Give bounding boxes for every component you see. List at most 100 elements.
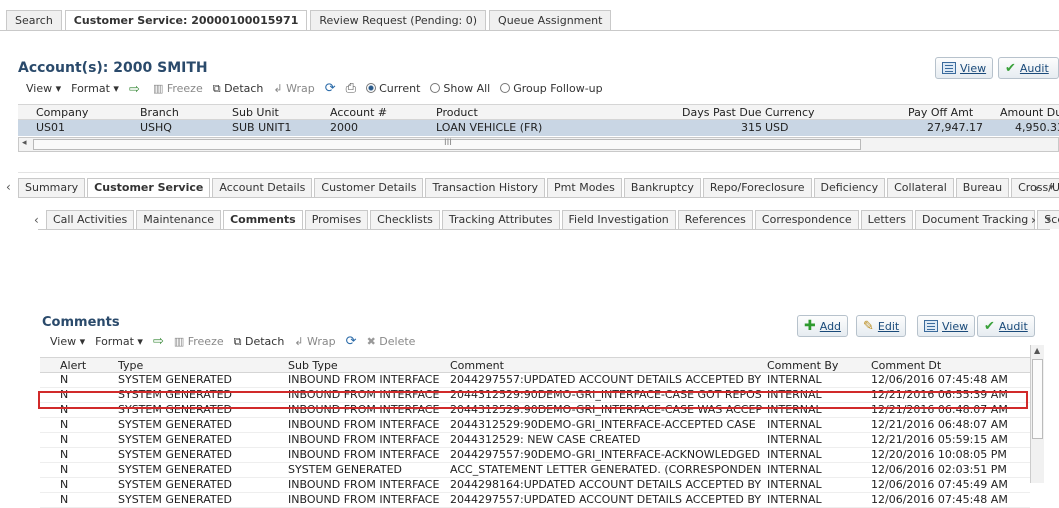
tab-call-activities[interactable]: Call Activities bbox=[46, 210, 135, 229]
scroll-left-icon[interactable]: ◂ bbox=[22, 138, 27, 148]
view-icon bbox=[924, 320, 938, 332]
print-icon[interactable]: ⎙ bbox=[346, 81, 356, 96]
format-menu[interactable]: Format ▾ bbox=[71, 82, 119, 95]
account-grid-header: Company Branch Sub Unit Account # Produc… bbox=[18, 104, 1059, 120]
radio-group-followup[interactable]: Group Follow-up bbox=[500, 82, 603, 95]
account-horizontal-scrollbar[interactable]: ◂ III bbox=[18, 137, 1059, 152]
refresh-icon[interactable]: ⟳ bbox=[325, 81, 336, 96]
wrap-button[interactable]: ↲ Wrap bbox=[273, 82, 314, 95]
comment-view-button[interactable]: View bbox=[917, 315, 976, 337]
export-icon[interactable]: ⇨ bbox=[153, 334, 164, 349]
subtabs-left-arrow-icon[interactable]: ‹ bbox=[34, 213, 39, 227]
comment-row[interactable]: N SYSTEM GENERATED INBOUND FROM INTERFACE 2… bbox=[40, 433, 1030, 448]
tab-customer-service-main[interactable]: Customer Service bbox=[87, 178, 211, 197]
account-row[interactable]: US01 USHQ SUB UNIT1 2000 LOAN VEHICLE (F… bbox=[18, 120, 1059, 136]
tab-collateral[interactable]: Collateral bbox=[887, 178, 954, 197]
comments-detach-button[interactable]: ⧉ Detach bbox=[234, 335, 285, 349]
audit-button-label: Audit bbox=[1019, 61, 1049, 75]
col-branch[interactable]: Branch bbox=[140, 105, 179, 120]
tab-field-investigation[interactable]: Field Investigation bbox=[561, 210, 676, 229]
cell-alert: N bbox=[60, 418, 69, 431]
subtabs-right-arrow-icon[interactable]: › bbox=[1031, 213, 1036, 227]
cell-alert: N bbox=[60, 493, 69, 506]
edit-button[interactable]: ✎ Edit bbox=[856, 315, 907, 337]
col-currency[interactable]: Currency bbox=[765, 105, 815, 120]
tab-bankruptcy[interactable]: Bankruptcy bbox=[623, 178, 701, 197]
comments-vertical-scrollbar[interactable]: ▲ bbox=[1030, 345, 1044, 483]
radio-current[interactable]: Current bbox=[366, 82, 420, 95]
tabs-left-arrow-icon[interactable]: ‹ bbox=[6, 180, 11, 194]
comment-row[interactable]: N SYSTEM GENERATED SYSTEM GENERATED ACC_STA… bbox=[40, 463, 1030, 478]
tab-customer-details[interactable]: Customer Details bbox=[314, 178, 424, 197]
tab-customer-service[interactable]: Customer Service: 20000100015971 bbox=[64, 10, 308, 31]
comment-row[interactable]: N SYSTEM GENERATED INBOUND FROM INTERFACE 2… bbox=[40, 478, 1030, 493]
col-alert[interactable]: Alert bbox=[60, 358, 86, 373]
tab-account-details[interactable]: Account Details bbox=[212, 178, 313, 197]
col-payoff[interactable]: Pay Off Amt bbox=[908, 105, 973, 120]
col-amount-due[interactable]: Amount Due bbox=[1000, 105, 1059, 120]
tab-review-request[interactable]: Review Request (Pending: 0) bbox=[310, 10, 487, 30]
col-product[interactable]: Product bbox=[436, 105, 478, 120]
tab-search[interactable]: Search bbox=[6, 10, 62, 30]
tab-bureau[interactable]: Bureau bbox=[955, 178, 1010, 197]
comment-row[interactable]: N SYSTEM GENERATED INBOUND FROM INTERFACE 2… bbox=[40, 373, 1030, 388]
tab-letters[interactable]: Letters bbox=[860, 210, 914, 229]
tab-checklists[interactable]: Checklists bbox=[370, 210, 440, 229]
view-menu[interactable]: View ▾ bbox=[26, 82, 61, 95]
export-icon[interactable]: ⇨ bbox=[129, 82, 143, 97]
comments-format-menu[interactable]: Format ▾ bbox=[95, 335, 143, 348]
vertical-scroll-thumb[interactable] bbox=[1032, 359, 1043, 439]
cell-comment-dt: 12/20/2016 10:08:05 PM bbox=[871, 448, 1007, 461]
tab-repo-foreclosure[interactable]: Repo/Foreclosure bbox=[702, 178, 812, 197]
col-sub-type[interactable]: Sub Type bbox=[288, 358, 338, 373]
tab-references[interactable]: References bbox=[677, 210, 753, 229]
view-button[interactable]: View bbox=[935, 57, 994, 79]
col-account[interactable]: Account # bbox=[330, 105, 387, 120]
col-days-past-due[interactable]: Days Past Due bbox=[682, 105, 762, 120]
account-title: Account(s): 2000 SMITH bbox=[18, 60, 208, 76]
audit-button[interactable]: ✔ Audit bbox=[998, 57, 1059, 79]
detach-button[interactable]: ⧉ Detach bbox=[213, 82, 264, 96]
cell-sub-type: INBOUND FROM INTERFACE bbox=[288, 418, 440, 431]
tab-transaction-history[interactable]: Transaction History bbox=[425, 178, 546, 197]
tab-maintenance[interactable]: Maintenance bbox=[136, 210, 222, 229]
radio-show-all[interactable]: Show All bbox=[430, 82, 490, 95]
tab-tracking-attributes[interactable]: Tracking Attributes bbox=[441, 210, 560, 229]
tab-deficiency[interactable]: Deficiency bbox=[813, 178, 886, 197]
tab-summary[interactable]: Summary bbox=[18, 178, 86, 197]
cell-comment: 2044297557:UPDATED ACCOUNT DETAILS ACCEP… bbox=[450, 493, 762, 506]
col-sub-unit[interactable]: Sub Unit bbox=[232, 105, 279, 120]
col-comment-by[interactable]: Comment By bbox=[767, 358, 838, 373]
tab-correspondence[interactable]: Correspondence bbox=[754, 210, 859, 229]
main-tab-bar: Summary Customer Service Account Details… bbox=[18, 178, 1059, 197]
cell-alert: N bbox=[60, 448, 69, 461]
tabs-right-arrow-icon[interactable]: › bbox=[1034, 181, 1039, 195]
scroll-thumb[interactable]: III bbox=[33, 138, 861, 150]
comment-row[interactable]: N SYSTEM GENERATED INBOUND FROM INTERFACE 2… bbox=[40, 418, 1030, 433]
subtabs-menu-icon[interactable]: ▾ bbox=[1046, 215, 1051, 225]
tab-queue-assignment[interactable]: Queue Assignment bbox=[489, 10, 612, 30]
col-type[interactable]: Type bbox=[118, 358, 143, 373]
scroll-up-icon[interactable]: ▲ bbox=[1034, 346, 1040, 355]
comments-view-menu[interactable]: View ▾ bbox=[50, 335, 85, 348]
add-button[interactable]: ✚ Add bbox=[797, 315, 849, 337]
refresh-icon[interactable]: ⟳ bbox=[346, 334, 357, 349]
col-company[interactable]: Company bbox=[36, 105, 88, 120]
tabs-menu-icon[interactable]: ▾ bbox=[1049, 183, 1054, 193]
tab-comments[interactable]: Comments bbox=[223, 210, 303, 229]
tab-document-tracking[interactable]: Document Tracking bbox=[915, 210, 1036, 229]
cell-comment-by: INTERNAL bbox=[767, 493, 822, 506]
comments-wrap-button[interactable]: ↲ Wrap bbox=[294, 335, 335, 348]
cell-comment-dt: 12/06/2016 02:03:51 PM bbox=[871, 463, 1007, 476]
col-comment[interactable]: Comment bbox=[450, 358, 504, 373]
comments-freeze-button[interactable]: ▥ Freeze bbox=[174, 335, 224, 348]
delete-button[interactable]: ✖ Delete bbox=[367, 335, 416, 348]
tab-promises[interactable]: Promises bbox=[304, 210, 369, 229]
comment-row[interactable]: N SYSTEM GENERATED INBOUND FROM INTERFACE 2… bbox=[40, 493, 1030, 508]
freeze-button[interactable]: ▥ Freeze bbox=[153, 82, 203, 95]
comment-row[interactable]: N SYSTEM GENERATED INBOUND FROM INTERFACE 2… bbox=[40, 448, 1030, 463]
cell-comment: 2044312529:90DEMO-GRI_INTERFACE-ACCEPTED… bbox=[450, 418, 756, 431]
comment-audit-button[interactable]: ✔ Audit bbox=[977, 315, 1035, 337]
col-comment-dt[interactable]: Comment Dt bbox=[871, 358, 941, 373]
tab-pmt-modes[interactable]: Pmt Modes bbox=[547, 178, 622, 197]
